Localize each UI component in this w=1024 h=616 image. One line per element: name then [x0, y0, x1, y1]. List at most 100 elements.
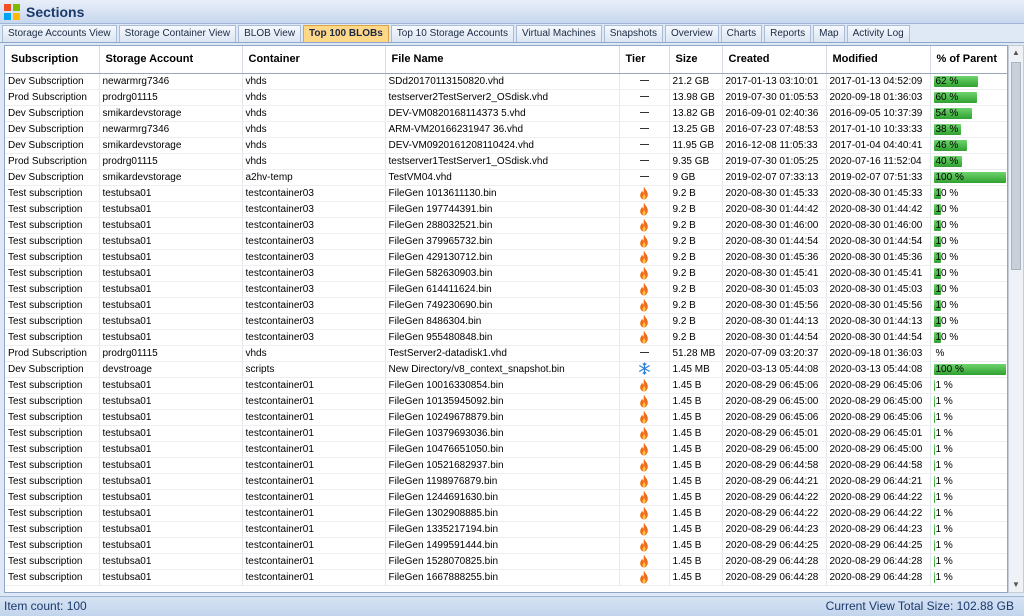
table-row[interactable]: Test subscription testubsa01 testcontainer…	[5, 393, 1007, 410]
table-row[interactable]: Test subscription testubsa01 testcontainer…	[5, 505, 1007, 522]
cell-percent-of-parent: %	[930, 345, 1007, 362]
tab-top-10-storage-accounts[interactable]: Top 10 Storage Accounts	[390, 25, 514, 42]
cell-percent-of-parent: 10 %	[930, 313, 1007, 330]
cell-storage-account: testubsa01	[99, 393, 243, 410]
table-row[interactable]: Dev Subscription smikardevstorage vhds DEV-…	[5, 105, 1007, 122]
cell-size: 9 GB	[669, 169, 723, 186]
tab-overview[interactable]: Overview	[664, 25, 719, 42]
cell-file-name: TestVM04.vhd	[385, 169, 620, 186]
column-header-size[interactable]: Size	[669, 46, 723, 74]
table-row[interactable]: Test subscription testubsa01 testcontainer…	[5, 233, 1007, 250]
cell-subscription: Test subscription	[5, 249, 100, 266]
table-row[interactable]: Test subscription testubsa01 testcontainer…	[5, 249, 1007, 266]
table-row[interactable]: Test subscription testubsa01 testcontainer…	[5, 553, 1007, 570]
percent-label: 40 %	[935, 156, 959, 167]
cell-modified: 2020-07-16 11:52:04	[826, 153, 931, 170]
column-header-tier[interactable]: Tier	[619, 46, 670, 74]
cell-container: testcontainer01	[242, 377, 386, 394]
hot-tier-fire-icon	[619, 233, 670, 250]
cell-storage-account: testubsa01	[99, 409, 243, 426]
cell-size: 51.28 MB	[669, 345, 723, 362]
cell-subscription: Test subscription	[5, 409, 100, 426]
percent-bar	[933, 428, 935, 439]
hot-tier-fire-icon	[619, 537, 670, 554]
table-row[interactable]: Test subscription testubsa01 testcontainer…	[5, 489, 1007, 506]
cell-container: testcontainer01	[242, 473, 386, 490]
cell-created: 2019-07-30 01:05:53	[722, 89, 827, 106]
tab-blob-view[interactable]: BLOB View	[238, 25, 302, 42]
scroll-down-icon[interactable]: ▼	[1009, 578, 1023, 592]
cell-modified: 2020-09-18 01:36:03	[826, 345, 931, 362]
tab-snapshots[interactable]: Snapshots	[603, 25, 663, 42]
tab-top-100-blobs[interactable]: Top 100 BLOBs	[303, 25, 389, 42]
tab-storage-container-view[interactable]: Storage Container View	[118, 25, 237, 42]
table-row[interactable]: Test subscription testubsa01 testcontainer…	[5, 329, 1007, 346]
cell-size: 1.45 B	[669, 425, 723, 442]
table-row[interactable]: Dev Subscription newarmrg7346 vhds SDd20170…	[5, 73, 1007, 90]
cell-modified: 2020-08-29 06:45:00	[826, 393, 931, 410]
cell-modified: 2020-08-29 06:44:58	[826, 457, 931, 474]
cell-file-name: FileGen 10476651050.bin	[385, 441, 620, 458]
table-row[interactable]: Test subscription testubsa01 testcontainer…	[5, 217, 1007, 234]
table-row[interactable]: Test subscription testubsa01 testcontainer…	[5, 441, 1007, 458]
tab-storage-accounts-view[interactable]: Storage Accounts View	[2, 25, 117, 42]
cell-storage-account: testubsa01	[99, 249, 243, 266]
scroll-up-icon[interactable]: ▲	[1009, 46, 1023, 60]
cell-created: 2019-02-07 07:33:13	[722, 169, 827, 186]
table-row[interactable]: Test subscription testubsa01 testcontainer…	[5, 473, 1007, 490]
cell-container: testcontainer03	[242, 297, 386, 314]
cell-container: testcontainer01	[242, 521, 386, 538]
scroll-thumb[interactable]	[1011, 62, 1021, 270]
cell-file-name: FileGen 1198976879.bin	[385, 473, 620, 490]
cell-size: 21.2 GB	[669, 73, 723, 90]
table-row[interactable]: Test subscription testubsa01 testcontainer…	[5, 521, 1007, 538]
column-header-container[interactable]: Container	[242, 46, 386, 74]
column-header-storage-account[interactable]: Storage Account	[99, 46, 243, 74]
table-row[interactable]: Test subscription testubsa01 testcontainer…	[5, 201, 1007, 218]
hot-tier-fire-icon	[619, 201, 670, 218]
tab-reports[interactable]: Reports	[764, 25, 812, 42]
table-row[interactable]: Test subscription testubsa01 testcontainer…	[5, 537, 1007, 554]
cell-created: 2020-08-29 06:44:21	[722, 473, 827, 490]
table-row[interactable]: Dev Subscription devstroage scripts New Dir…	[5, 361, 1007, 378]
cell-size: 11.95 GB	[669, 137, 723, 154]
column-header-subscription[interactable]: Subscription	[5, 46, 100, 74]
column-header-created[interactable]: Created	[722, 46, 827, 74]
table-row[interactable]: Test subscription testubsa01 testcontainer…	[5, 409, 1007, 426]
table-row[interactable]: Prod Subscription prodrg01115 vhds testserv…	[5, 153, 1007, 170]
table-row[interactable]: Test subscription testubsa01 testcontainer…	[5, 297, 1007, 314]
table-row[interactable]: Dev Subscription smikardevstorage a2hv-tem…	[5, 169, 1007, 186]
cell-size: 9.2 B	[669, 265, 723, 282]
table-row[interactable]: Test subscription testubsa01 testcontainer…	[5, 457, 1007, 474]
tab-map[interactable]: Map	[813, 25, 845, 42]
cell-storage-account: testubsa01	[99, 569, 243, 586]
cell-storage-account: newarmrg7346	[99, 73, 243, 90]
cell-file-name: FileGen 1013611130.bin	[385, 185, 620, 202]
table-row[interactable]: Dev Subscription newarmrg7346 vhds ARM-VM20…	[5, 121, 1007, 138]
table-row[interactable]: Test subscription testubsa01 testcontainer…	[5, 265, 1007, 282]
table-row[interactable]: Dev Subscription smikardevstorage vhds DEV-…	[5, 137, 1007, 154]
table-row[interactable]: Prod Subscription prodrg01115 vhds testserv…	[5, 89, 1007, 106]
hot-tier-fire-icon	[619, 489, 670, 506]
table-row[interactable]: Test subscription testubsa01 testcontainer…	[5, 377, 1007, 394]
percent-label: 10 %	[935, 252, 959, 263]
cell-created: 2020-08-30 01:44:54	[722, 329, 827, 346]
column-header-percent-of-parent[interactable]: % of Parent	[930, 46, 1007, 74]
table-row[interactable]: Prod Subscription prodrg01115 vhds TestServ…	[5, 345, 1007, 362]
cell-file-name: FileGen 288032521.bin	[385, 217, 620, 234]
hot-tier-fire-icon	[619, 425, 670, 442]
cell-modified: 2020-08-29 06:44:28	[826, 569, 931, 586]
column-header-modified[interactable]: Modified	[826, 46, 931, 74]
column-header-file-name[interactable]: File Name	[385, 46, 620, 74]
tab-virtual-machines[interactable]: Virtual Machines	[515, 25, 602, 42]
table-row[interactable]: Test subscription testubsa01 testcontainer…	[5, 569, 1007, 586]
tab-charts[interactable]: Charts	[720, 25, 763, 42]
table-row[interactable]: Test subscription testubsa01 testcontainer…	[5, 425, 1007, 442]
tab-activity-log[interactable]: Activity Log	[846, 25, 910, 42]
table-row[interactable]: Test subscription testubsa01 testcontainer…	[5, 281, 1007, 298]
vertical-scrollbar[interactable]: ▲ ▼	[1008, 45, 1024, 593]
cell-created: 2020-08-29 06:44:23	[722, 521, 827, 538]
hot-tier-fire-icon	[619, 409, 670, 426]
table-row[interactable]: Test subscription testubsa01 testcontainer…	[5, 185, 1007, 202]
table-row[interactable]: Test subscription testubsa01 testcontainer…	[5, 313, 1007, 330]
